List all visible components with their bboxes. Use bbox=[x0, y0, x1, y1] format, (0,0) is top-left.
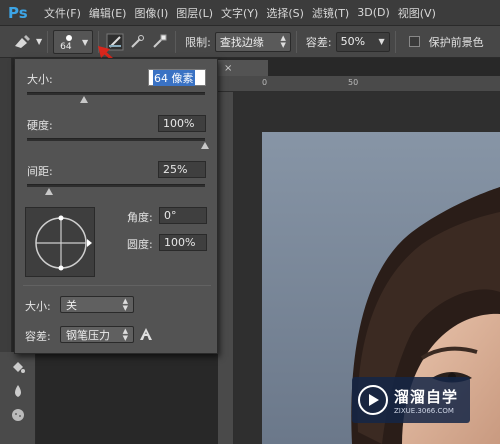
tolerance-control-label: 容差: bbox=[25, 330, 51, 343]
blur-tool-icon[interactable] bbox=[8, 382, 28, 400]
menu-select[interactable]: 选择(S) bbox=[266, 5, 304, 21]
document-tab[interactable]: × bbox=[218, 60, 268, 76]
vertical-ruler bbox=[218, 92, 234, 444]
tolerance-chevron-down-icon[interactable]: ▼ bbox=[378, 37, 384, 46]
size-slider-track[interactable] bbox=[27, 92, 205, 95]
size-label: 大小: bbox=[27, 73, 53, 86]
updown-arrows-icon: ▲ ▼ bbox=[122, 296, 128, 312]
updown-arrows-icon: ▲ ▼ bbox=[122, 326, 128, 342]
size-input[interactable]: 64 像素 bbox=[148, 69, 206, 86]
updown-arrows-icon: ▲ ▼ bbox=[280, 33, 286, 49]
play-icon bbox=[358, 385, 388, 415]
size-control-select[interactable]: 关 ▲ ▼ bbox=[60, 296, 134, 313]
brush-preset-picker[interactable]: 64 ▼ bbox=[53, 29, 94, 54]
divider bbox=[295, 30, 297, 53]
spacing-input-value: 25% bbox=[163, 163, 188, 176]
menu-edit[interactable]: 编辑(E) bbox=[89, 5, 127, 21]
menu-type[interactable]: 文字(Y) bbox=[221, 5, 258, 21]
roundness-input-value: 100% bbox=[164, 236, 196, 249]
limit-select[interactable]: 查找边缘 ▲ ▼ bbox=[214, 31, 291, 52]
spacing-slider-thumb[interactable] bbox=[45, 188, 53, 195]
protect-foreground-checkbox[interactable] bbox=[408, 36, 420, 47]
ruler-tick-label: 0 bbox=[262, 78, 268, 87]
spacing-input[interactable]: 25% bbox=[158, 161, 206, 178]
brush-picker-chevron-down-icon: ▼ bbox=[82, 37, 89, 47]
panel-divider bbox=[23, 285, 211, 286]
divider bbox=[47, 30, 49, 53]
app-logo: Ps bbox=[8, 3, 28, 22]
size-control-label: 大小: bbox=[25, 300, 51, 313]
divider bbox=[175, 30, 177, 53]
pen-pressure-toggle-icon[interactable] bbox=[139, 327, 153, 341]
size-input-value: 64 像素 bbox=[153, 69, 195, 86]
spacing-label: 间距: bbox=[27, 165, 53, 178]
angle-crosshair-icon bbox=[35, 215, 92, 271]
limit-select-value: 查找边缘 bbox=[219, 35, 264, 49]
roundness-label: 圆度: bbox=[127, 238, 153, 251]
options-bar: ▼ 64 ▼ 限制: 查找边缘 ▲ ▼ 容差: 50% ▼ 保护前景色 bbox=[0, 26, 500, 58]
tool-preset-chevron-down-icon[interactable]: ▼ bbox=[36, 37, 42, 46]
paint-bucket-tool-icon[interactable] bbox=[8, 358, 28, 376]
angle-label: 角度: bbox=[127, 211, 153, 224]
watermark-subtitle: ZIXUE.3066.COM bbox=[394, 406, 454, 415]
menu-view[interactable]: 视图(V) bbox=[398, 5, 436, 21]
hardness-slider-thumb[interactable] bbox=[201, 142, 209, 149]
tolerance-input[interactable]: 50% ▼ bbox=[335, 31, 390, 52]
hardness-slider-track[interactable] bbox=[27, 138, 205, 141]
spacing-slider-track[interactable] bbox=[27, 184, 205, 187]
tolerance-control-select[interactable]: 钢笔压力 ▲ ▼ bbox=[60, 326, 134, 343]
hardness-input[interactable]: 100% bbox=[158, 115, 206, 132]
brush-size-readout: 64 bbox=[60, 41, 72, 52]
roundness-input[interactable]: 100% bbox=[159, 234, 207, 251]
sampling-background-swatch-icon[interactable] bbox=[148, 31, 170, 53]
horizontal-ruler: 0 50 bbox=[218, 76, 500, 92]
tools-panel bbox=[0, 352, 36, 444]
hardness-label: 硬度: bbox=[27, 119, 53, 132]
menu-bar: Ps 文件(F) 编辑(E) 图像(I) 图层(L) 文字(Y) 选择(S) 滤… bbox=[0, 0, 500, 26]
limit-label: 限制: bbox=[185, 35, 211, 49]
brush-tip-icon bbox=[66, 34, 73, 41]
hardness-input-value: 100% bbox=[163, 117, 195, 130]
menu-file[interactable]: 文件(F) bbox=[44, 5, 81, 21]
watermark-logo: 溜溜自学 ZIXUE.3066.COM bbox=[352, 377, 470, 423]
tolerance-value: 50% bbox=[340, 35, 366, 48]
menu-image[interactable]: 图像(I) bbox=[134, 5, 168, 21]
sampling-once-icon[interactable] bbox=[126, 31, 148, 53]
brush-angle-roundness-control[interactable] bbox=[25, 207, 95, 277]
menu-layer[interactable]: 图层(L) bbox=[176, 5, 213, 21]
protect-foreground-label: 保护前景色 bbox=[428, 35, 484, 49]
ruler-tick-label: 50 bbox=[348, 78, 359, 87]
angle-input[interactable]: 0° bbox=[159, 207, 207, 224]
size-control-value: 关 bbox=[66, 298, 77, 312]
tab-close-icon[interactable]: × bbox=[224, 63, 232, 74]
brush-preset-panel: 大小: 64 像素 硬度: 100% 间距: 25% 角度: 0° 圆度: 10… bbox=[14, 58, 218, 354]
size-slider-thumb[interactable] bbox=[80, 96, 88, 103]
tolerance-label: 容差: bbox=[305, 35, 332, 49]
angle-input-value: 0° bbox=[164, 209, 177, 222]
divider bbox=[394, 30, 396, 53]
photoshop-window: Ps 文件(F) 编辑(E) 图像(I) 图层(L) 文字(Y) 选择(S) 滤… bbox=[0, 0, 500, 444]
tolerance-control-value: 钢笔压力 bbox=[66, 328, 110, 342]
menu-3d[interactable]: 3D(D) bbox=[357, 6, 390, 19]
watermark-title: 溜溜自学 bbox=[394, 387, 459, 406]
background-eraser-tool-icon[interactable] bbox=[12, 31, 34, 53]
sponge-tool-icon[interactable] bbox=[8, 406, 28, 424]
menu-filter[interactable]: 滤镜(T) bbox=[312, 5, 349, 21]
watermark-text: 溜溜自学 ZIXUE.3066.COM bbox=[394, 386, 458, 415]
